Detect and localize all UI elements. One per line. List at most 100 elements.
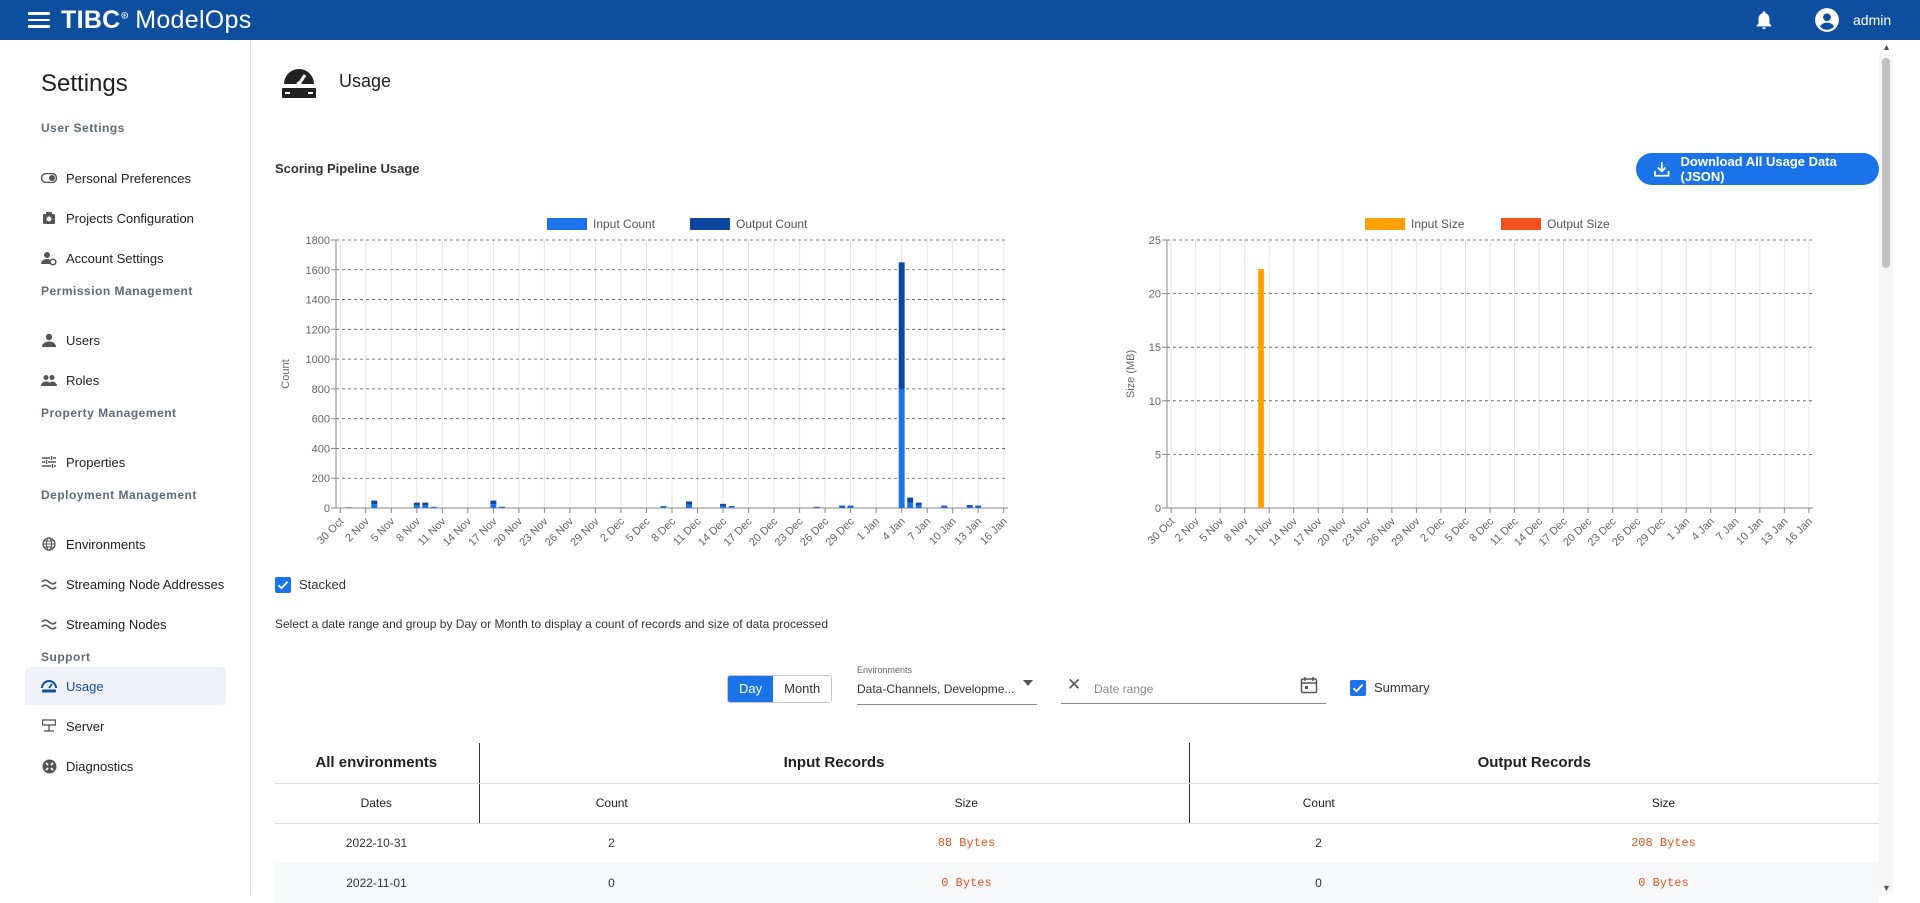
x-tick-label: 10 Jan bbox=[927, 516, 959, 548]
sidebar-item-projects-configuration[interactable]: Projects Configuration bbox=[25, 199, 226, 237]
y-tick-label: 20 bbox=[1149, 289, 1161, 301]
cell-output-size: 208 Bytes bbox=[1448, 823, 1879, 863]
main-scrollbar[interactable] bbox=[1879, 54, 1893, 895]
account-avatar-icon[interactable] bbox=[1814, 7, 1840, 33]
download-all-usage-button[interactable]: Download All Usage Data (JSON) bbox=[1636, 153, 1879, 185]
sidebar-item-roles[interactable]: Roles bbox=[25, 361, 226, 399]
calendar-icon[interactable] bbox=[1300, 676, 1318, 694]
tune-icon bbox=[41, 454, 57, 470]
cell-date: 2022-10-31 bbox=[274, 823, 479, 863]
sidebar-item-users[interactable]: Users bbox=[25, 321, 226, 359]
sidebar-item-usage[interactable]: Usage bbox=[25, 667, 226, 705]
sidebar-item-label: Diagnostics bbox=[66, 759, 133, 774]
chart-bar bbox=[848, 506, 854, 507]
chart-bar bbox=[975, 506, 981, 507]
account-settings-icon bbox=[41, 250, 57, 266]
chart-bar bbox=[941, 506, 947, 507]
chart-bar bbox=[499, 507, 505, 508]
brand-logo-icon: ⊛ bbox=[121, 11, 130, 22]
y-tick-label: 15 bbox=[1149, 342, 1161, 354]
speedometer-icon bbox=[41, 678, 57, 694]
usage-table: All environments Input Records Output Re… bbox=[274, 743, 1879, 903]
legend-swatch bbox=[690, 218, 730, 230]
sidebar-item-label: Personal Preferences bbox=[66, 171, 191, 186]
x-tick-label: 16 Jan bbox=[978, 516, 1010, 548]
sidebar-item-label: Streaming Nodes bbox=[66, 617, 166, 632]
group-by-month-button[interactable]: Month bbox=[773, 676, 831, 702]
date-range-field[interactable]: ✕ Date range bbox=[1061, 672, 1326, 704]
y-tick-label: 1200 bbox=[306, 324, 330, 336]
y-axis-label: Size (MB) bbox=[1125, 350, 1137, 398]
column-header-input-size[interactable]: Size bbox=[744, 783, 1189, 823]
sidebar-item-label: Streaming Node Addresses bbox=[66, 577, 224, 592]
menu-icon[interactable] bbox=[28, 12, 50, 28]
checkmark-icon bbox=[1350, 680, 1366, 696]
sidebar-item-account-settings[interactable]: Account Settings bbox=[25, 239, 226, 277]
column-header-output-size[interactable]: Size bbox=[1448, 783, 1879, 823]
chart-bar bbox=[720, 504, 726, 506]
diagnostics-icon bbox=[41, 758, 57, 774]
chart-bar bbox=[431, 507, 437, 508]
chart-bar bbox=[975, 507, 981, 508]
app-brand[interactable]: TIBC⊛ModelOps bbox=[61, 6, 252, 35]
size-chart: Input SizeOutput Size30 Oct2 Nov5 Nov8 N… bbox=[1115, 210, 1875, 565]
column-header-input-count[interactable]: Count bbox=[479, 783, 744, 823]
group-by-day-button[interactable]: Day bbox=[728, 676, 773, 702]
sidebar-item-properties[interactable]: Properties bbox=[25, 443, 226, 481]
notifications-bell-icon[interactable] bbox=[1753, 8, 1775, 32]
clear-icon[interactable]: ✕ bbox=[1067, 675, 1081, 695]
sidebar-item-label: Usage bbox=[66, 679, 104, 694]
output-records-header: Output Records bbox=[1189, 743, 1879, 783]
chart-bar bbox=[899, 389, 905, 508]
x-tick-label: 1 Jan bbox=[855, 516, 883, 544]
input-records-header: Input Records bbox=[479, 743, 1189, 783]
sidebar-item-streaming-node-addresses[interactable]: Streaming Node Addresses bbox=[25, 565, 226, 603]
username[interactable]: admin bbox=[1853, 12, 1891, 28]
sidebar-item-personal-preferences[interactable]: Personal Preferences bbox=[25, 159, 226, 197]
sidebar-item-streaming-nodes[interactable]: Streaming Nodes bbox=[25, 605, 226, 643]
y-tick-label: 400 bbox=[312, 443, 330, 455]
dropdown-arrow-icon bbox=[1023, 680, 1033, 686]
chart-bar bbox=[499, 507, 505, 508]
camera-icon bbox=[41, 210, 57, 226]
y-tick-label: 1000 bbox=[306, 354, 330, 366]
sidebar-item-server[interactable]: Server bbox=[25, 707, 226, 745]
environments-label: Environments bbox=[857, 665, 912, 675]
stacked-checkbox[interactable] bbox=[275, 577, 291, 593]
x-tick-label: 5 Nov bbox=[369, 515, 398, 544]
scroll-down-arrow-icon[interactable]: ▼ bbox=[1882, 883, 1891, 893]
column-header-output-count[interactable]: Count bbox=[1189, 783, 1448, 823]
scroll-up-arrow-icon[interactable]: ▲ bbox=[1882, 42, 1891, 52]
chart-bar bbox=[848, 507, 854, 508]
summary-label: Summary bbox=[1374, 680, 1430, 695]
scrollbar-thumb[interactable] bbox=[1882, 58, 1890, 268]
column-header-dates[interactable]: Dates bbox=[274, 783, 479, 823]
environments-select[interactable]: Environments Data-Channels, Developme... bbox=[857, 665, 1037, 705]
y-tick-label: 1800 bbox=[306, 235, 330, 247]
y-tick-label: 200 bbox=[312, 473, 330, 485]
y-tick-label: 1600 bbox=[306, 265, 330, 277]
chart-bar bbox=[661, 507, 667, 508]
cell-output-count: 2 bbox=[1189, 823, 1448, 863]
chart-bar bbox=[422, 505, 428, 508]
legend-swatch bbox=[1365, 218, 1405, 230]
x-tick-label: 4 Jan bbox=[880, 516, 908, 544]
page-title: Usage bbox=[339, 71, 391, 92]
table-group-header: All environments bbox=[274, 743, 479, 783]
x-tick-label: 29 Dec bbox=[1635, 515, 1668, 548]
chart-bar bbox=[907, 498, 913, 503]
section-deployment-management: Deployment Management bbox=[41, 488, 197, 502]
y-axis-label: Count bbox=[280, 359, 292, 388]
server-icon bbox=[41, 718, 57, 734]
x-tick-label: 4 Jan bbox=[1689, 516, 1717, 544]
x-tick-label: 1 Jan bbox=[1665, 516, 1693, 544]
chart-bar bbox=[814, 507, 820, 508]
section-user-settings: User Settings bbox=[41, 121, 125, 135]
x-tick-label: 29 Nov bbox=[568, 515, 601, 548]
chart-bar bbox=[371, 501, 377, 505]
x-tick-label: 29 Dec bbox=[824, 515, 857, 548]
summary-checkbox[interactable] bbox=[1350, 680, 1366, 696]
y-tick-label: 0 bbox=[324, 503, 330, 515]
sidebar-item-environments[interactable]: Environments bbox=[25, 525, 226, 563]
sidebar-item-diagnostics[interactable]: Diagnostics bbox=[25, 747, 226, 785]
